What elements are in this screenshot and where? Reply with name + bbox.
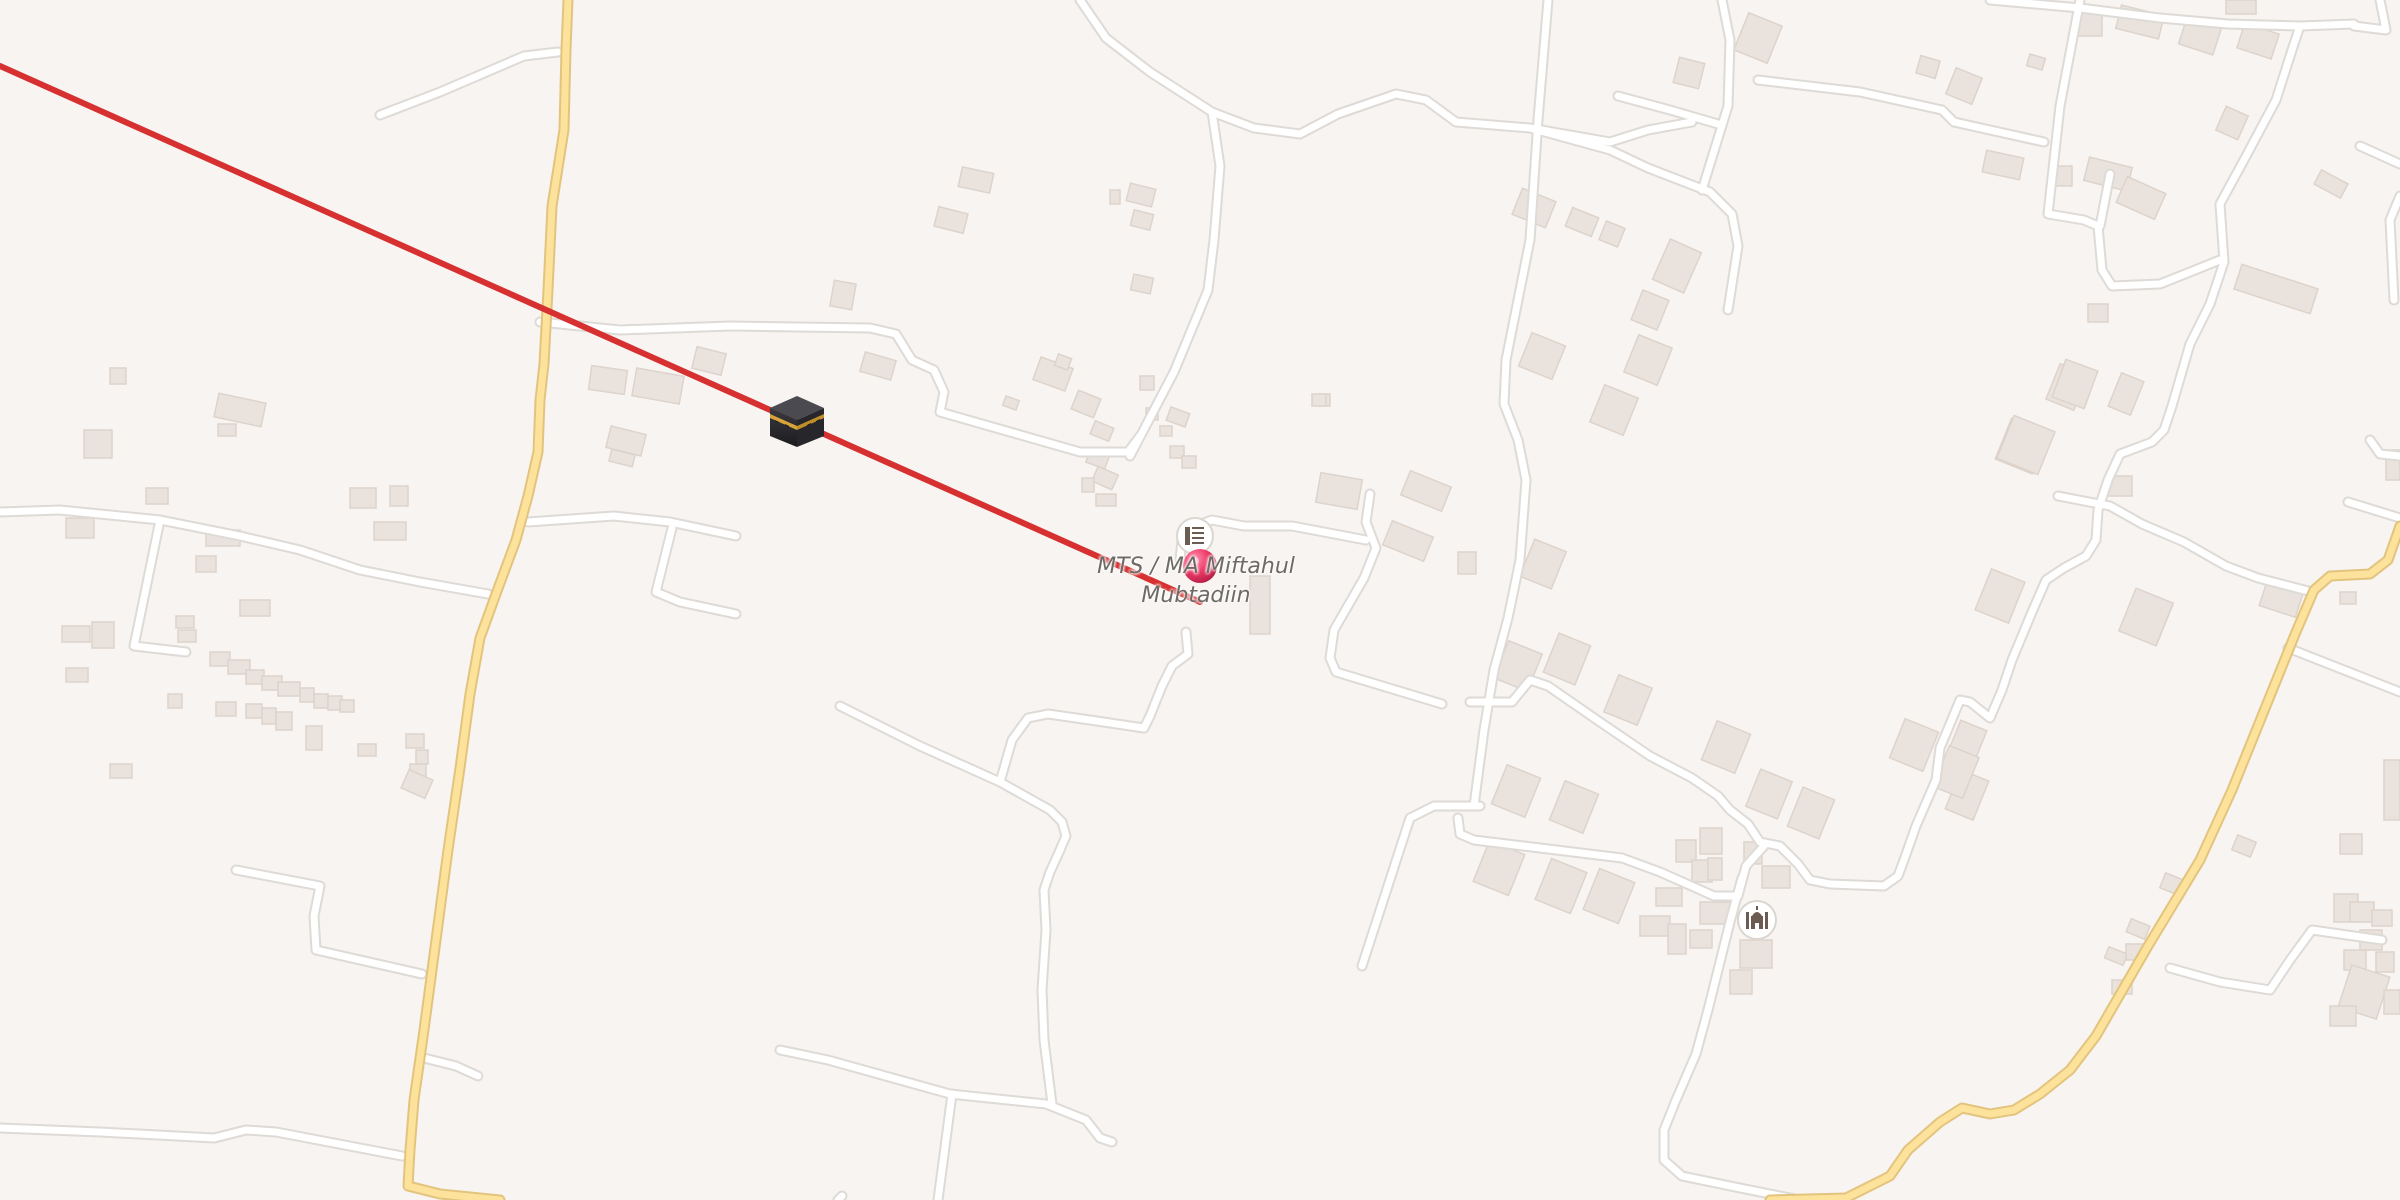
- poi-label-school[interactable]: MTS / MA Miftahul Mubtadiin: [1097, 552, 1295, 610]
- map-view[interactable]: MTS / MA Miftahul Mubtadiin: [0, 0, 2400, 1200]
- mosque-icon[interactable]: [1737, 900, 1777, 940]
- school-icon[interactable]: [1176, 517, 1214, 555]
- poi-label-line1: MTS / MA Miftahul: [1097, 554, 1295, 579]
- kaaba-icon[interactable]: [770, 396, 824, 447]
- poi-label-line2: Mubtadiin: [1141, 583, 1251, 608]
